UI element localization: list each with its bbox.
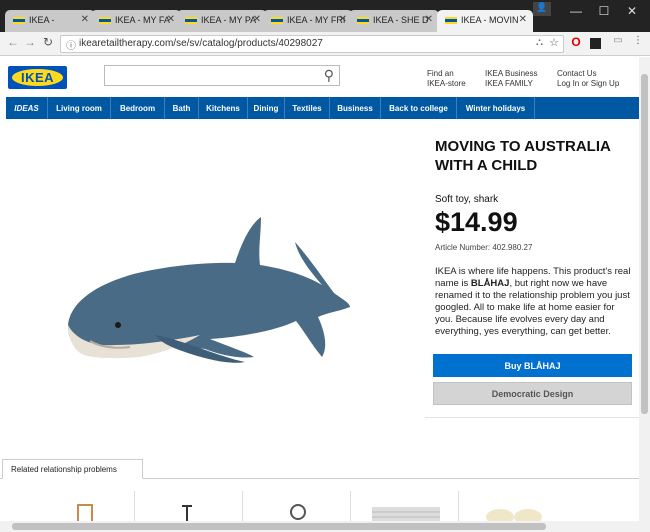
close-icon[interactable]: ✕	[519, 14, 527, 25]
back-icon[interactable]: ←	[5, 35, 21, 49]
extension-icon[interactable]	[590, 38, 601, 49]
nav-dining[interactable]: Dining	[248, 97, 285, 119]
login-link[interactable]: Log In or Sign Up	[557, 79, 619, 89]
tab-title: IKEA - MOVIN	[461, 15, 519, 25]
nav-bath[interactable]: Bath	[165, 97, 199, 119]
article-number: Article Number: 402.980.27	[435, 243, 533, 252]
close-icon[interactable]: ✕	[167, 14, 175, 25]
product-price: $14.99	[435, 207, 518, 237]
close-icon[interactable]: ✕	[339, 14, 347, 25]
nav-back-to-college[interactable]: Back to college	[381, 97, 457, 119]
ikea-family-link[interactable]: IKEA FAMILY	[485, 79, 537, 89]
tab-5[interactable]: IKEA - SHE D ✕	[349, 10, 439, 32]
url-text: ikearetailtherapy.com/se/sv/catalog/prod…	[79, 38, 323, 49]
search-input[interactable]: ⚲	[104, 65, 340, 86]
vertical-scroll-thumb[interactable]	[641, 74, 648, 414]
close-icon[interactable]: ✕	[81, 14, 89, 25]
ikea-business-link[interactable]: IKEA Business	[485, 69, 537, 79]
nav-winter-holidays[interactable]: Winter holidays	[457, 97, 535, 119]
related-product-thumbnail[interactable]	[288, 503, 308, 523]
related-product-thumbnail[interactable]	[76, 503, 94, 523]
bookmark-star-icon[interactable]: ☆	[549, 36, 559, 49]
tab-related-problems[interactable]: Related relationship problems	[2, 459, 143, 479]
nav-business[interactable]: Business	[330, 97, 381, 119]
forward-icon[interactable]: →	[22, 35, 38, 49]
info-icon[interactable]: ⓘ	[66, 37, 76, 52]
tab-1[interactable]: IKEA - ✕	[5, 10, 95, 32]
tab-4[interactable]: IKEA - MY FRI ✕	[263, 10, 353, 32]
ikea-favicon-icon	[271, 17, 283, 24]
address-bar[interactable]: ⓘ ikearetailtherapy.com/se/sv/catalog/pr…	[60, 35, 564, 53]
search-icon[interactable]: ⚲	[324, 67, 334, 84]
ikea-business-links[interactable]: IKEA Business IKEA FAMILY	[485, 69, 537, 89]
reload-icon[interactable]: ↻	[40, 35, 56, 49]
translate-icon[interactable]: ⛬	[536, 37, 543, 48]
profile-icon[interactable]: 👤	[533, 2, 551, 16]
ikea-store-text: IKEA-store	[427, 79, 466, 88]
logo-text: IKEA	[20, 70, 55, 85]
opera-extension-icon[interactable]: O	[568, 35, 584, 49]
nav-kitchens[interactable]: Kitchens	[199, 97, 248, 119]
find-an-text: Find an	[427, 69, 454, 78]
ikea-favicon-icon	[185, 17, 197, 24]
tab-6-active[interactable]: IKEA - MOVIN ✕	[437, 10, 533, 33]
ikea-favicon-icon	[357, 17, 369, 24]
related-product-thumbnail[interactable]	[370, 503, 442, 523]
nav-textiles[interactable]: Textiles	[285, 97, 330, 119]
nav-ideas[interactable]: IDEAS	[6, 97, 48, 119]
find-store-link[interactable]: Find an IKEA-store	[427, 69, 466, 89]
tab-3[interactable]: IKEA - MY PA ✕	[177, 10, 267, 32]
product-real-name: BLÅHAJ	[470, 278, 510, 289]
maximize-icon[interactable]: ☐	[592, 4, 616, 18]
product-subtitle: Soft toy, shark	[435, 194, 499, 205]
close-icon[interactable]: ✕	[253, 14, 261, 25]
tab-bar: IKEA - ✕ IKEA - MY FA ✕ IKEA - MY PA ✕ IKEA…	[0, 0, 650, 33]
buy-button[interactable]: Buy BLÅHAJ	[433, 354, 632, 377]
minimize-icon[interactable]: —	[564, 4, 588, 18]
divider	[425, 417, 639, 418]
ikea-favicon-icon	[99, 17, 111, 24]
related-product-thumbnail[interactable]	[480, 503, 552, 523]
main-nav: IDEAS Living room Bedroom Bath Kitchens …	[6, 97, 639, 119]
ikea-logo[interactable]: IKEA	[8, 66, 67, 89]
account-links[interactable]: Contact Us Log In or Sign Up	[557, 69, 619, 89]
window-close-icon[interactable]: ✕	[620, 4, 644, 18]
contact-us-link[interactable]: Contact Us	[557, 69, 619, 79]
nav-living-room[interactable]: Living room	[48, 97, 111, 119]
ikea-favicon-icon	[445, 17, 457, 24]
ikea-favicon-icon	[13, 17, 25, 24]
close-icon[interactable]: ✕	[425, 14, 433, 25]
nav-bedroom[interactable]: Bedroom	[111, 97, 165, 119]
product-title: MOVING TO AUSTRALIA WITH A CHILD	[435, 138, 611, 174]
tab-2[interactable]: IKEA - MY FA ✕	[91, 10, 181, 32]
menu-icon[interactable]: ⋮	[630, 35, 646, 46]
democratic-design-button[interactable]: Democratic Design	[433, 382, 632, 405]
cast-icon[interactable]: ▭	[610, 35, 626, 46]
product-description: IKEA is where life happens. This product…	[435, 266, 631, 338]
product-image-shark	[68, 217, 350, 363]
related-product-thumbnail[interactable]	[180, 503, 194, 523]
web-page: IKEA ⚲ Find an IKEA-store IKEA Business IK…	[0, 57, 639, 532]
horizontal-scroll-thumb[interactable]	[12, 523, 546, 530]
